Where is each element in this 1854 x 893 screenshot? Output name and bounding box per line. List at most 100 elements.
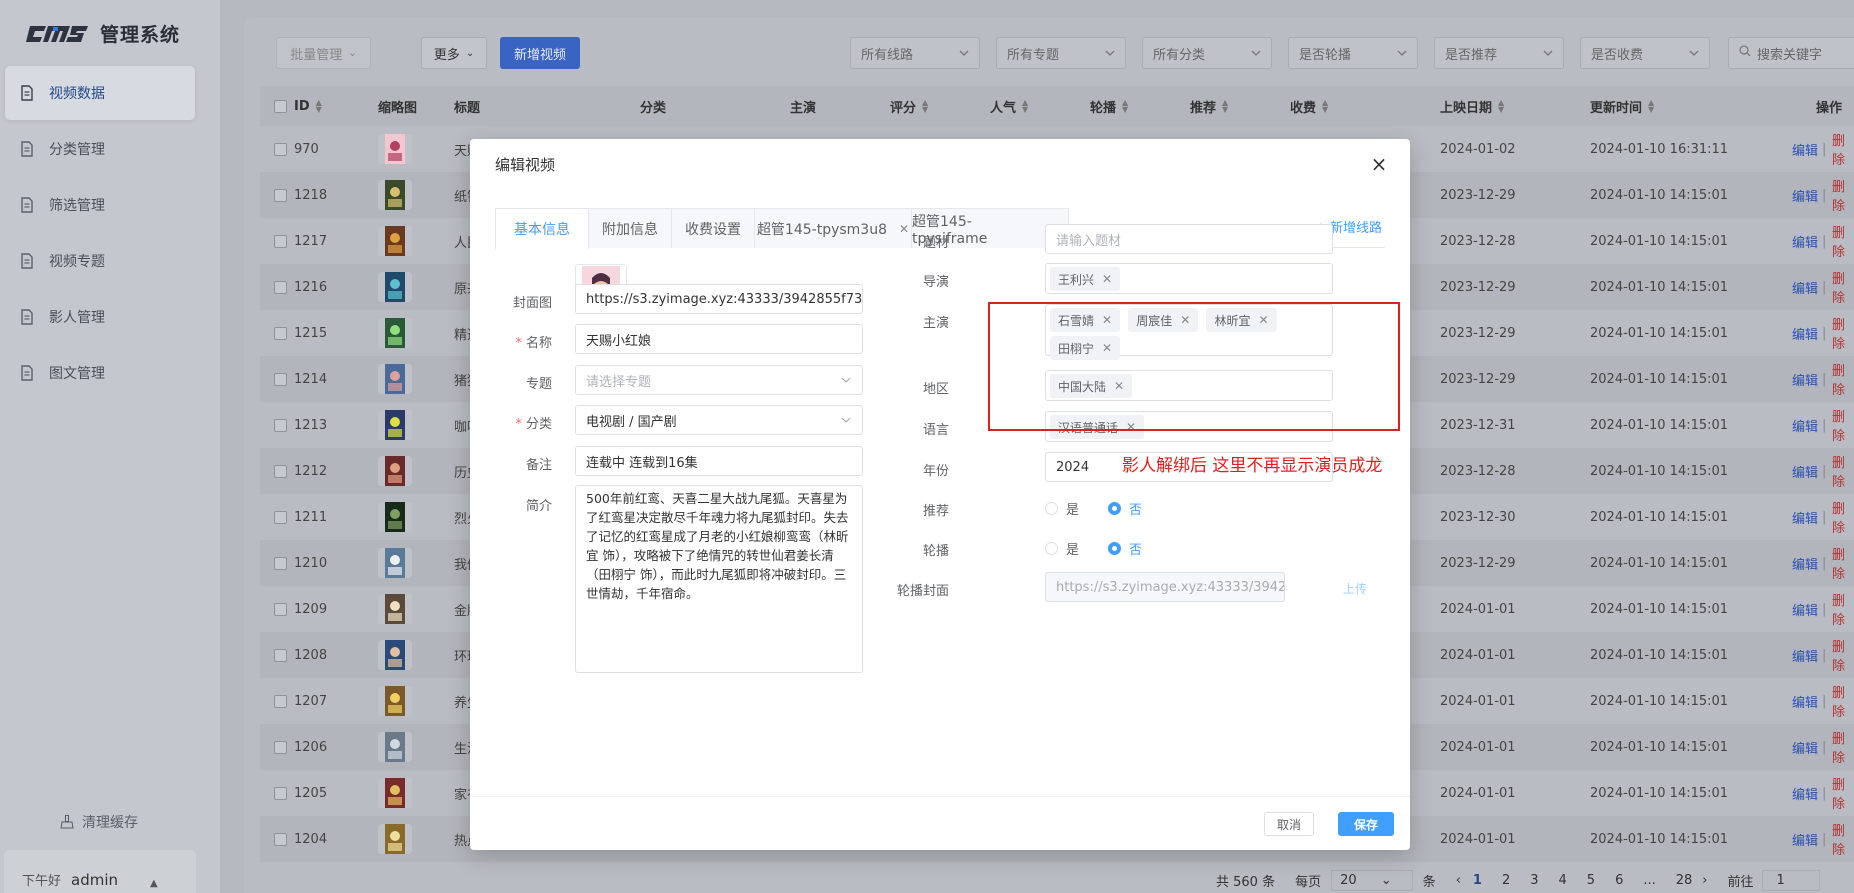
col-release[interactable]: 上映日期 ▲ ▼: [1440, 97, 1504, 116]
row-edit-link[interactable]: 编辑: [1792, 324, 1818, 343]
sidebar-item-topic[interactable]: 视频专题: [5, 234, 195, 288]
tab-charge-settings[interactable]: 收费设置: [671, 208, 755, 248]
filter-carousel-select[interactable]: 是否轮播: [1288, 37, 1418, 69]
row-checkbox[interactable]: [274, 326, 287, 340]
next-page-icon[interactable]: ›: [1702, 873, 1707, 888]
upload-button[interactable]: 上传: [1343, 580, 1367, 597]
row-edit-link[interactable]: 编辑: [1792, 370, 1818, 389]
sidebar-item-article[interactable]: 图文管理: [5, 346, 195, 400]
user-menu[interactable]: 下午好 admin ▲: [4, 850, 196, 893]
more-button[interactable]: 更多 ⌄: [421, 37, 487, 69]
row-delete-link[interactable]: 删除: [1832, 406, 1854, 444]
row-delete-link[interactable]: 删除: [1832, 268, 1854, 306]
page-ellipsis[interactable]: ...: [1643, 873, 1655, 888]
col-carousel[interactable]: 轮播 ▲ ▼: [1090, 97, 1128, 116]
row-checkbox[interactable]: [274, 234, 287, 248]
row-checkbox[interactable]: [274, 372, 287, 386]
row-delete-link[interactable]: 删除: [1832, 636, 1854, 674]
row-edit-link[interactable]: 编辑: [1792, 232, 1818, 251]
sidebar-item-people[interactable]: 影人管理: [5, 290, 195, 344]
recommend-yes-radio[interactable]: 是: [1045, 499, 1079, 518]
row-edit-link[interactable]: 编辑: [1792, 554, 1818, 573]
row-delete-link[interactable]: 删除: [1832, 728, 1854, 766]
sidebar-item-video-data[interactable]: 视频数据: [5, 66, 195, 120]
row-checkbox[interactable]: [274, 648, 287, 662]
cancel-button[interactable]: 取消: [1264, 812, 1314, 836]
page-6[interactable]: 6: [1615, 873, 1623, 888]
cover-url-input[interactable]: https://s3.zyimage.xyz:43333/3942855f736…: [575, 284, 863, 314]
goto-input[interactable]: 1: [1761, 870, 1820, 891]
row-checkbox[interactable]: [274, 418, 287, 432]
row-checkbox[interactable]: [274, 142, 287, 156]
row-checkbox[interactable]: [274, 832, 287, 846]
row-checkbox[interactable]: [274, 510, 287, 524]
sidebar-item-category[interactable]: 分类管理: [5, 122, 195, 176]
row-checkbox[interactable]: [274, 786, 287, 800]
remark-input[interactable]: 连载中 连载到16集: [575, 446, 863, 476]
row-checkbox[interactable]: [274, 694, 287, 708]
page-4[interactable]: 4: [1559, 873, 1567, 888]
row-edit-link[interactable]: 编辑: [1792, 508, 1818, 527]
row-delete-link[interactable]: 删除: [1832, 774, 1854, 812]
row-edit-link[interactable]: 编辑: [1792, 416, 1818, 435]
row-checkbox[interactable]: [274, 602, 287, 616]
row-delete-link[interactable]: 删除: [1832, 498, 1854, 536]
director-tag-input[interactable]: 王利兴 ✕: [1045, 263, 1333, 294]
prev-page-icon[interactable]: ‹: [1456, 873, 1461, 888]
select-all-checkbox[interactable]: [274, 99, 287, 113]
page-3[interactable]: 3: [1530, 873, 1538, 888]
carousel-yes-radio[interactable]: 是: [1045, 539, 1079, 558]
batch-manage-button[interactable]: 批量管理 ⌄: [276, 37, 371, 69]
row-delete-link[interactable]: 删除: [1832, 820, 1854, 858]
name-input[interactable]: 天赐小红娘: [575, 324, 863, 354]
row-edit-link[interactable]: 编辑: [1792, 784, 1818, 803]
row-checkbox[interactable]: [274, 464, 287, 478]
row-edit-link[interactable]: 编辑: [1792, 646, 1818, 665]
row-edit-link[interactable]: 编辑: [1792, 278, 1818, 297]
remove-tag-icon[interactable]: ✕: [1102, 272, 1112, 286]
per-page-select[interactable]: 20 ⌄: [1331, 870, 1413, 891]
col-id[interactable]: ID ▲ ▼: [294, 99, 322, 114]
carousel-no-radio[interactable]: 否: [1108, 539, 1142, 558]
carousel-cover-input[interactable]: https://s3.zyimage.xyz:43333/3942855f736…: [1045, 572, 1285, 602]
row-delete-link[interactable]: 删除: [1832, 130, 1854, 168]
page-2[interactable]: 2: [1502, 873, 1510, 888]
intro-textarea[interactable]: 500年前红鸾、天喜二星大战九尾狐。天喜星为了红鸾星决定散尽千年魂力将九尾狐封印…: [575, 485, 863, 673]
col-charge[interactable]: 收费 ▲ ▼: [1290, 97, 1328, 116]
row-delete-link[interactable]: 删除: [1832, 314, 1854, 352]
page-5[interactable]: 5: [1587, 873, 1595, 888]
row-edit-link[interactable]: 编辑: [1792, 738, 1818, 757]
col-recommend[interactable]: 推荐 ▲ ▼: [1190, 97, 1228, 116]
topic-select[interactable]: 请选择专题: [575, 365, 863, 395]
filter-category-select[interactable]: 所有分类: [1142, 37, 1272, 69]
row-delete-link[interactable]: 删除: [1832, 544, 1854, 582]
row-edit-link[interactable]: 编辑: [1792, 692, 1818, 711]
row-edit-link[interactable]: 编辑: [1792, 140, 1818, 159]
category-select[interactable]: 电视剧 / 国产剧: [575, 405, 863, 435]
filter-recommend-select[interactable]: 是否推荐: [1434, 37, 1564, 69]
filter-charge-select[interactable]: 是否收费: [1580, 37, 1710, 69]
page-1[interactable]: 1: [1473, 873, 1482, 888]
add-video-button[interactable]: 新增视频: [500, 37, 580, 69]
row-edit-link[interactable]: 编辑: [1792, 186, 1818, 205]
save-button[interactable]: 保存: [1338, 812, 1394, 836]
col-popularity[interactable]: 人气 ▲ ▼: [990, 97, 1028, 116]
tab-basic-info[interactable]: 基本信息: [495, 208, 589, 249]
row-delete-link[interactable]: 删除: [1832, 590, 1854, 628]
recommend-no-radio[interactable]: 否: [1108, 499, 1142, 518]
search-input[interactable]: 搜索关键字: [1728, 37, 1854, 69]
filter-topic-select[interactable]: 所有专题: [996, 37, 1126, 69]
clear-cache-button[interactable]: 清理缓存: [60, 812, 138, 832]
row-edit-link[interactable]: 编辑: [1792, 600, 1818, 619]
row-delete-link[interactable]: 删除: [1832, 176, 1854, 214]
filter-line-select[interactable]: 所有线路: [850, 37, 980, 69]
tab-extra-info[interactable]: 附加信息: [588, 208, 672, 248]
row-checkbox[interactable]: [274, 556, 287, 570]
row-delete-link[interactable]: 删除: [1832, 452, 1854, 490]
col-rating[interactable]: 评分 ▲ ▼: [890, 97, 928, 116]
row-checkbox[interactable]: [274, 280, 287, 294]
row-checkbox[interactable]: [274, 740, 287, 754]
theme-input[interactable]: 请输入题材: [1045, 224, 1333, 254]
row-delete-link[interactable]: 删除: [1832, 360, 1854, 398]
row-edit-link[interactable]: 编辑: [1792, 830, 1818, 849]
